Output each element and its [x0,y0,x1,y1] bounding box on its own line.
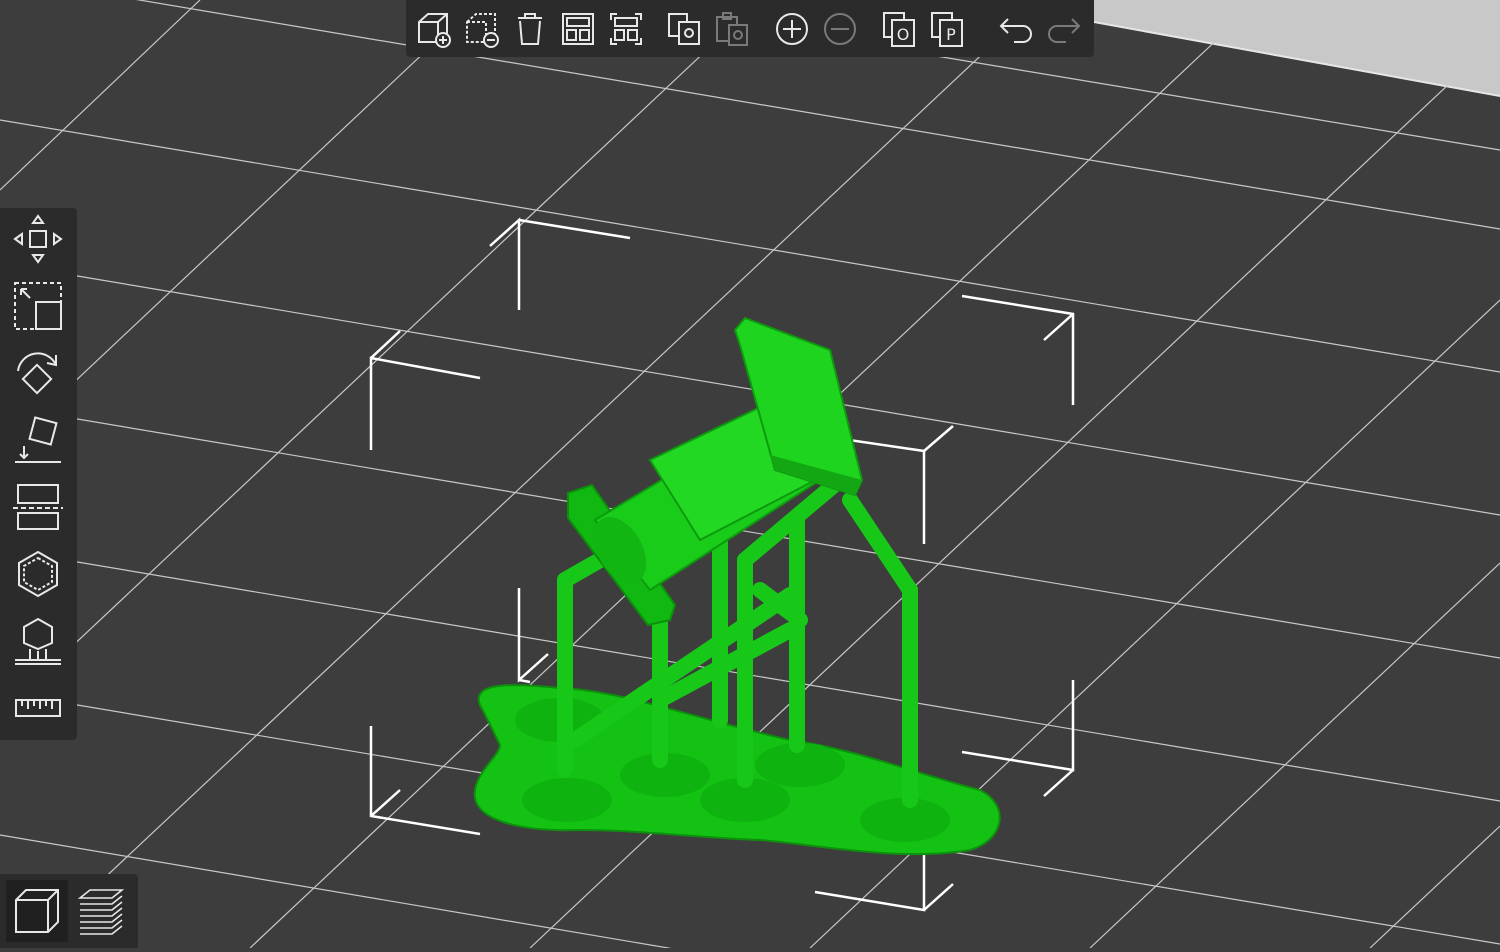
redo-icon[interactable] [1044,8,1084,50]
remove-instance-icon[interactable] [820,8,860,50]
delete-object-icon[interactable] [462,8,502,50]
hollow-icon[interactable] [10,546,66,602]
paste-icon[interactable] [712,8,752,50]
place-on-face-icon[interactable] [10,412,66,468]
top-toolbar: O P [406,0,1094,57]
svg-text:P: P [946,25,956,44]
split-to-parts-icon[interactable]: P [928,8,968,50]
measure-icon[interactable] [10,680,66,736]
3d-viewport[interactable] [0,0,1500,952]
arrange-selection-icon[interactable] [606,8,646,50]
add-object-icon[interactable] [414,8,454,50]
preview-layers-icon[interactable] [70,880,132,942]
add-instance-icon[interactable] [772,8,812,50]
split-to-objects-icon[interactable]: O [880,8,920,50]
move-icon[interactable] [10,211,66,267]
rotate-icon[interactable] [10,345,66,401]
3d-view-icon[interactable] [6,880,68,942]
cut-icon[interactable] [10,479,66,535]
3d-model[interactable] [473,316,1001,856]
undo-icon[interactable] [996,8,1036,50]
delete-all-icon[interactable] [510,8,550,50]
copy-icon[interactable] [664,8,704,50]
view-switch [0,874,138,948]
plate-edge-background [1090,0,1500,96]
left-gizmo-toolbar [0,208,77,740]
arrange-icon[interactable] [558,8,598,50]
svg-text:O: O [897,25,910,44]
scale-icon[interactable] [10,278,66,334]
build-plate-scene [0,0,1500,952]
support-points-icon[interactable] [10,613,66,669]
